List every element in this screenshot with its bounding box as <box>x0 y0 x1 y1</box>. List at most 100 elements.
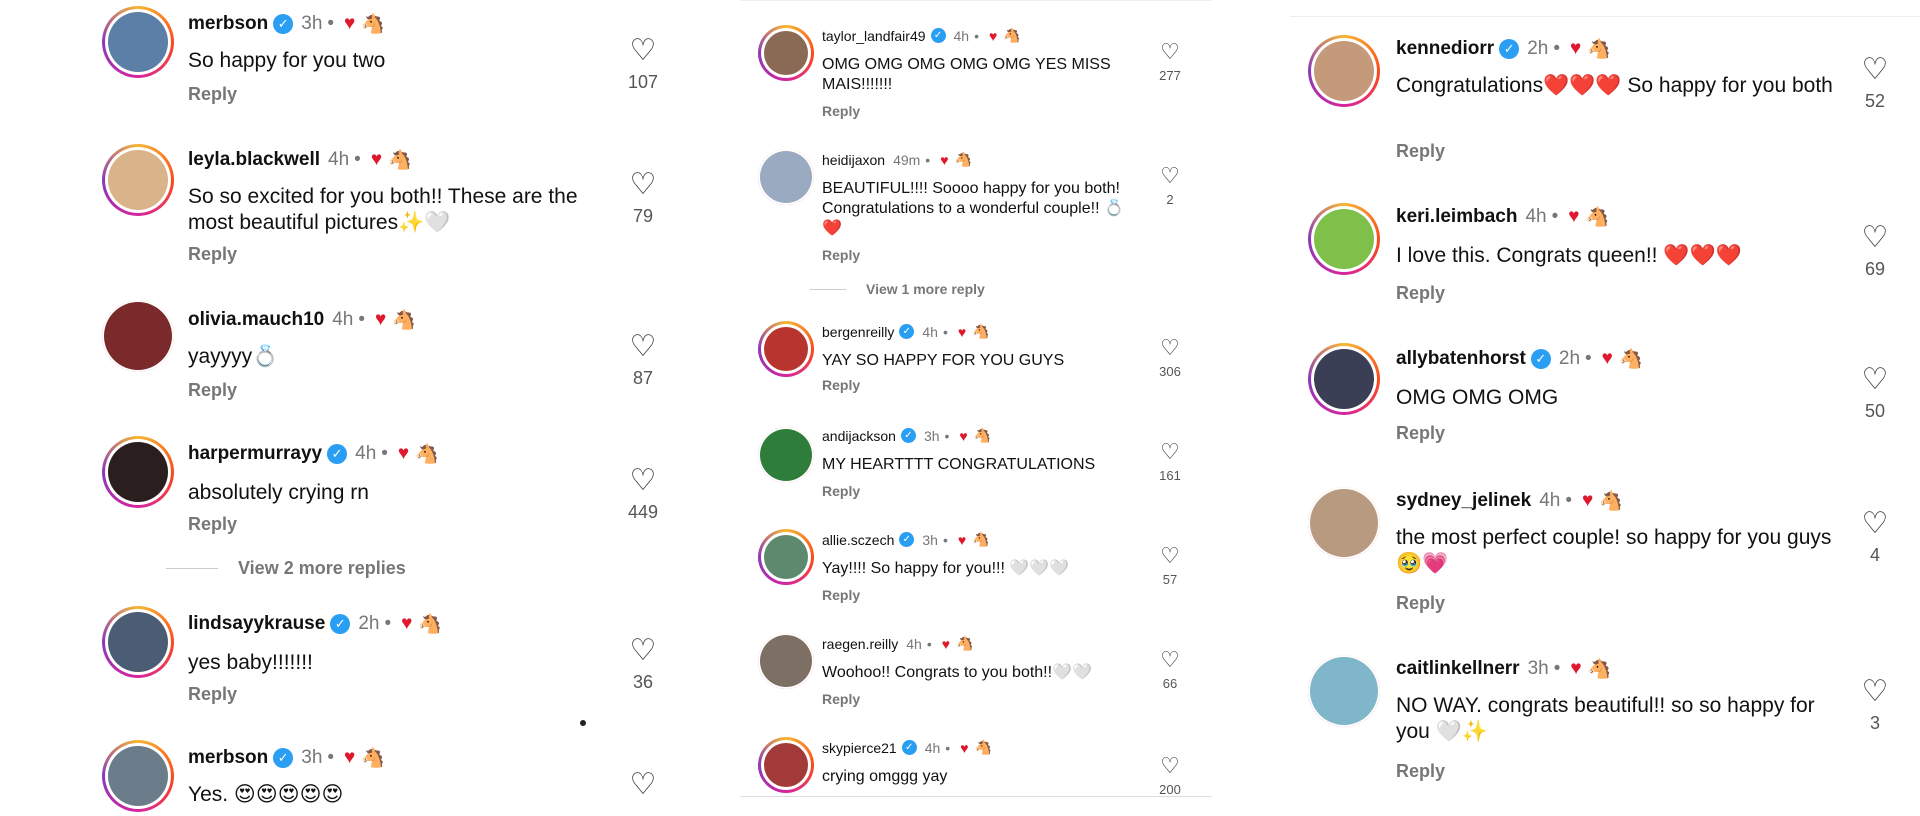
reply-button[interactable]: Reply <box>1396 593 1445 614</box>
view-more-replies-button[interactable]: View 1 more reply <box>810 281 985 297</box>
heart-outline-icon[interactable]: ♡ <box>1150 545 1190 567</box>
reply-button[interactable]: Reply <box>822 377 860 393</box>
heart-outline-icon[interactable]: ♡ <box>1150 649 1190 671</box>
like-button[interactable]: ♡ 161 <box>1150 441 1190 484</box>
username[interactable]: harpermurrayy <box>188 443 322 465</box>
heart-outline-icon[interactable]: ♡ <box>1150 441 1190 463</box>
separator-dot: • <box>384 613 392 634</box>
reply-button[interactable]: Reply <box>1396 141 1445 162</box>
heart-outline-icon[interactable]: ♡ <box>618 332 668 362</box>
heart-outline-icon[interactable]: ♡ <box>1150 755 1190 777</box>
like-button[interactable]: ♡ 79 <box>618 170 668 227</box>
avatar[interactable] <box>102 436 174 508</box>
heart-outline-icon[interactable]: ♡ <box>618 770 668 800</box>
username[interactable]: merbson <box>188 747 268 769</box>
username[interactable]: heidijaxon <box>822 152 885 168</box>
reply-button[interactable]: Reply <box>1396 761 1445 782</box>
heart-outline-icon[interactable]: ♡ <box>618 170 668 200</box>
avatar[interactable] <box>102 300 174 372</box>
username[interactable]: merbson <box>188 13 268 35</box>
like-button[interactable]: ♡ 306 <box>1150 337 1190 380</box>
avatar[interactable] <box>102 6 174 78</box>
username[interactable]: kennediorr <box>1396 38 1494 60</box>
like-button[interactable]: ♡ 277 <box>1150 41 1190 84</box>
like-button[interactable]: ♡ 107 <box>618 36 668 93</box>
username[interactable]: andijackson <box>822 428 896 444</box>
heart-outline-icon[interactable]: ♡ <box>618 636 668 666</box>
view-more-replies-button[interactable]: View 2 more replies <box>166 558 406 579</box>
username[interactable]: allybatenhorst <box>1396 348 1526 370</box>
username[interactable]: skypierce21 <box>822 740 897 756</box>
creator-avatar-icon: 🐴 <box>1587 659 1612 680</box>
like-button[interactable]: ♡ 3 <box>1850 677 1900 734</box>
avatar[interactable] <box>1308 343 1380 415</box>
username[interactable]: olivia.mauch10 <box>188 309 324 331</box>
reply-button[interactable]: Reply <box>822 103 860 119</box>
username[interactable]: leyla.blackwell <box>188 149 320 171</box>
username[interactable]: raegen.reilly <box>822 636 898 652</box>
avatar[interactable] <box>1308 203 1380 275</box>
reply-button[interactable]: Reply <box>188 380 237 401</box>
avatar[interactable] <box>1308 487 1380 559</box>
avatar[interactable] <box>1308 655 1380 727</box>
like-button[interactable]: ♡ <box>618 770 668 800</box>
like-button[interactable]: ♡ 50 <box>1850 365 1900 422</box>
heart-outline-icon[interactable]: ♡ <box>1850 55 1900 85</box>
username[interactable]: taylor_landfair49 <box>822 28 926 44</box>
timestamp: 4h <box>906 635 922 652</box>
username[interactable]: lindsayykrause <box>188 613 325 635</box>
heart-outline-icon[interactable]: ♡ <box>1150 337 1190 359</box>
username[interactable]: allie.sczech <box>822 532 894 548</box>
reply-button[interactable]: Reply <box>188 684 237 705</box>
avatar[interactable] <box>1308 35 1380 107</box>
avatar-photo <box>764 31 808 75</box>
divider-line <box>810 288 846 290</box>
like-button[interactable]: ♡ 66 <box>1150 649 1190 692</box>
red-heart-icon: ♥ <box>957 531 967 548</box>
like-button[interactable]: ♡ 69 <box>1850 223 1900 280</box>
avatar[interactable] <box>758 427 814 483</box>
username[interactable]: keri.leimbach <box>1396 206 1517 228</box>
avatar[interactable] <box>758 737 814 793</box>
like-button[interactable]: ♡ 4 <box>1850 509 1900 566</box>
avatar[interactable] <box>102 606 174 678</box>
heart-outline-icon[interactable]: ♡ <box>1850 223 1900 253</box>
like-button[interactable]: ♡ 57 <box>1150 545 1190 588</box>
username[interactable]: bergenreilly <box>822 324 894 340</box>
username[interactable]: caitlinkellnerr <box>1396 658 1520 680</box>
like-button[interactable]: ♡ 2 <box>1150 165 1190 208</box>
reply-button[interactable]: Reply <box>822 587 860 603</box>
heart-outline-icon[interactable]: ♡ <box>1850 509 1900 539</box>
heart-outline-icon[interactable]: ♡ <box>1850 677 1900 707</box>
username[interactable]: sydney_jelinek <box>1396 490 1531 512</box>
avatar[interactable] <box>758 25 814 81</box>
heart-outline-icon[interactable]: ♡ <box>618 36 668 66</box>
reply-button[interactable]: Reply <box>822 247 860 263</box>
like-button[interactable]: ♡ 36 <box>618 636 668 693</box>
reply-button[interactable]: Reply <box>188 514 237 535</box>
reply-button[interactable]: Reply <box>1396 423 1445 444</box>
avatar[interactable] <box>758 633 814 689</box>
reply-button[interactable]: Reply <box>1396 283 1445 304</box>
like-button[interactable]: ♡ 52 <box>1850 55 1900 112</box>
red-heart-icon: ♥ <box>1570 38 1582 59</box>
reply-button[interactable]: Reply <box>188 244 237 265</box>
like-button[interactable]: ♡ 449 <box>618 466 668 523</box>
avatar[interactable] <box>102 740 174 812</box>
comments-panel-left: merbson ✓ 3h • ♥ 🐴 So happy for you two … <box>0 0 720 815</box>
avatar[interactable] <box>758 529 814 585</box>
heart-outline-icon[interactable]: ♡ <box>1150 165 1190 187</box>
heart-outline-icon[interactable]: ♡ <box>1150 41 1190 63</box>
avatar[interactable] <box>758 321 814 377</box>
like-button[interactable]: ♡ 87 <box>618 332 668 389</box>
heart-outline-icon[interactable]: ♡ <box>1850 365 1900 395</box>
reply-button[interactable]: Reply <box>188 84 237 105</box>
heart-outline-icon[interactable]: ♡ <box>618 466 668 496</box>
like-button[interactable]: ♡ 200 <box>1150 755 1190 797</box>
timestamp: 3h <box>1527 658 1549 679</box>
reply-button[interactable]: Reply <box>822 691 860 707</box>
avatar[interactable] <box>758 149 814 205</box>
separator-dot: • <box>1565 490 1572 511</box>
avatar[interactable] <box>102 144 174 216</box>
reply-button[interactable]: Reply <box>822 483 860 499</box>
